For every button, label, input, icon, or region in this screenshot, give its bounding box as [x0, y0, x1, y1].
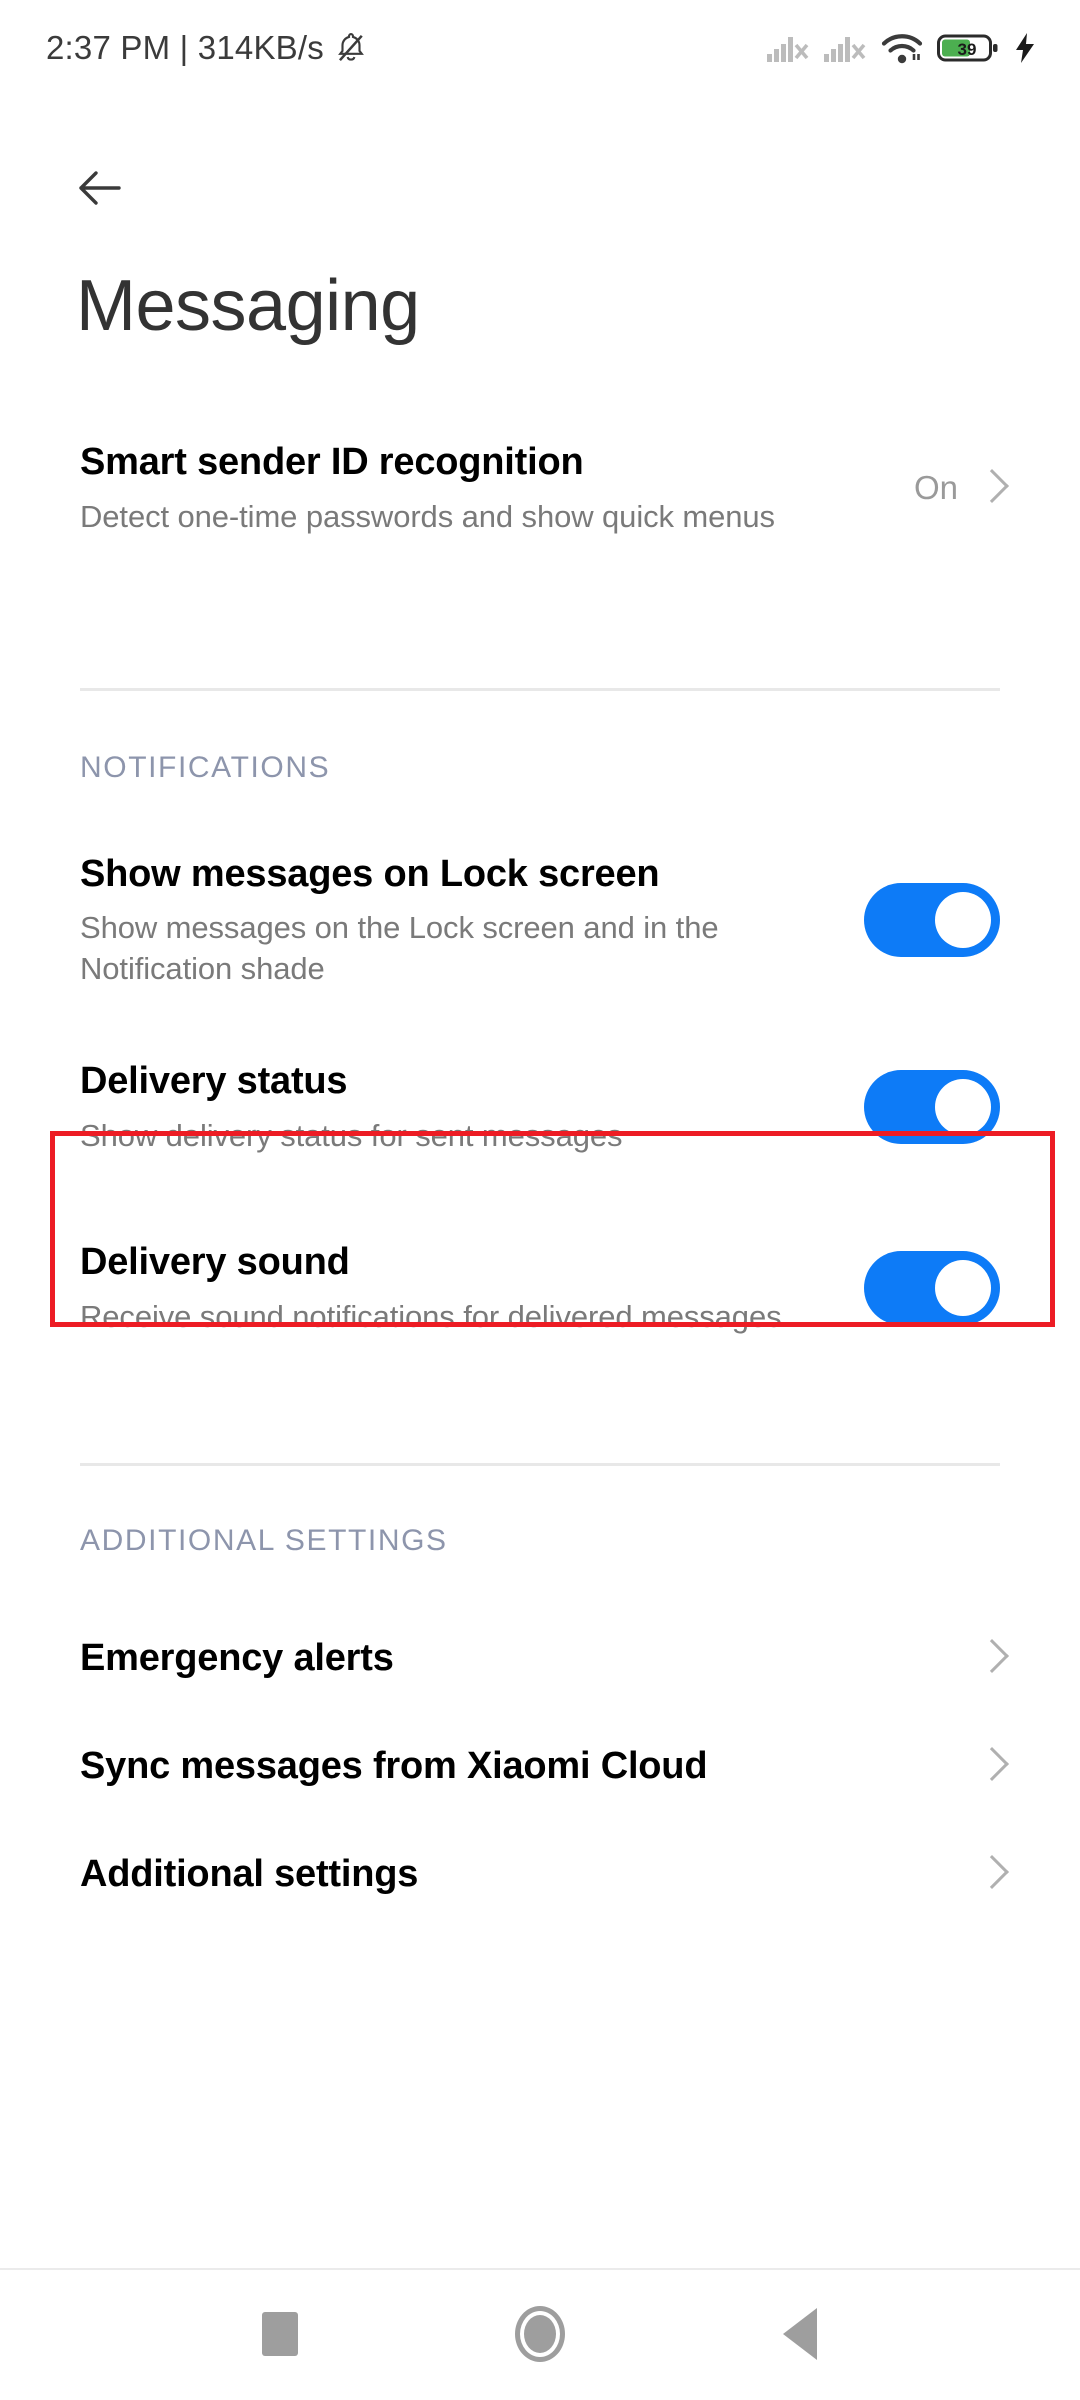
home-button[interactable]: [480, 2284, 600, 2384]
toggle-delivery-status[interactable]: [864, 1070, 1000, 1144]
setting-row-control: [980, 1640, 1000, 1676]
setting-row-sync-messages-xiaomi-cloud[interactable]: Sync messages from Xiaomi Cloud: [0, 1712, 1080, 1820]
status-time-and-network-speed: 2:37 PM | 314KB/s: [46, 29, 324, 66]
setting-subtitle: Detect one-time passwords and show quick…: [80, 498, 775, 534]
setting-row-delivery-status[interactable]: Delivery status Show delivery status for…: [0, 1047, 1080, 1167]
chevron-right-icon: [980, 1748, 1000, 1784]
setting-row-text: Show messages on Lock screen Show messag…: [80, 851, 864, 990]
chevron-right-icon: [980, 1640, 1000, 1676]
setting-row-control: On: [914, 469, 1000, 507]
battery-icon: 39: [937, 31, 999, 65]
setting-row-text: Additional settings: [80, 1851, 980, 1897]
recents-button[interactable]: [220, 2284, 340, 2384]
setting-title: Delivery status: [80, 1060, 348, 1103]
setting-title: Delivery sound: [80, 1241, 350, 1284]
setting-row-text: Sync messages from Xiaomi Cloud: [80, 1743, 980, 1789]
chevron-right-icon: [980, 1856, 1000, 1892]
bell-mute-icon: [334, 31, 368, 65]
toggle-knob: [935, 1260, 991, 1316]
setting-title: Emergency alerts: [80, 1636, 394, 1679]
setting-subtitle: Show messages on the Lock screen and in …: [80, 909, 719, 987]
setting-row-additional-settings[interactable]: Additional settings: [0, 1820, 1080, 1928]
setting-row-text: Delivery status Show delivery status for…: [80, 1058, 864, 1156]
square-recents-icon: [262, 2312, 298, 2356]
setting-row-control: [980, 1856, 1000, 1892]
toggle-knob: [935, 892, 991, 948]
setting-row-text: Emergency alerts: [80, 1635, 980, 1681]
setting-value: On: [913, 469, 958, 506]
setting-title: Show messages on Lock screen: [80, 852, 660, 895]
setting-row-control: [864, 1251, 1000, 1325]
back-arrow-icon: [69, 157, 131, 219]
chevron-right-icon: [980, 470, 1000, 506]
toggle-knob: [935, 1079, 991, 1135]
section-header-additional-settings: ADDITIONAL SETTINGS: [80, 1524, 448, 1557]
setting-row-text: Delivery sound Receive sound notificatio…: [80, 1239, 864, 1337]
battery-level-text: 39: [958, 40, 977, 59]
setting-row-control: [980, 1748, 1000, 1784]
wifi-icon: [880, 31, 924, 65]
setting-title: Sync messages from Xiaomi Cloud: [80, 1744, 708, 1787]
toggle-delivery-sound[interactable]: [864, 1251, 1000, 1325]
setting-subtitle: Receive sound notifications for delivere…: [80, 1298, 791, 1334]
back-button[interactable]: [62, 150, 138, 226]
setting-row-show-messages-lock-screen[interactable]: Show messages on Lock screen Show messag…: [0, 845, 1080, 995]
status-bar: 2:37 PM | 314KB/s 39: [0, 0, 1080, 96]
settings-list: Smart sender ID recognition Detect one-t…: [0, 398, 1080, 1928]
setting-row-emergency-alerts[interactable]: Emergency alerts: [0, 1604, 1080, 1712]
status-bar-left: 2:37 PM | 314KB/s: [46, 29, 368, 67]
setting-row-text: Smart sender ID recognition Detect one-t…: [80, 439, 914, 537]
triangle-back-icon: [783, 2308, 817, 2360]
setting-row-smart-sender-id[interactable]: Smart sender ID recognition Detect one-t…: [0, 398, 1080, 578]
back-nav-button[interactable]: [740, 2284, 860, 2384]
circle-home-icon: [515, 2306, 565, 2362]
section-header-notifications: NOTIFICATIONS: [80, 751, 331, 784]
setting-row-delivery-sound[interactable]: Delivery sound Receive sound notificatio…: [0, 1213, 1080, 1363]
circle-home-icon-inner: [524, 2315, 556, 2353]
status-bar-right: 39: [766, 31, 1038, 65]
setting-row-control: [864, 883, 1000, 957]
toggle-show-messages-lock-screen[interactable]: [864, 883, 1000, 957]
page-title: Messaging: [76, 266, 420, 346]
setting-subtitle: Show delivery status for sent messages: [80, 1117, 623, 1153]
charging-bolt-icon: [1012, 31, 1038, 65]
setting-title: Smart sender ID recognition: [80, 441, 584, 484]
signal-no-sim-icon: [766, 31, 810, 65]
signal-no-sim-icon: [823, 31, 867, 65]
navigation-bar: [0, 2268, 1080, 2400]
setting-row-control: [864, 1070, 1000, 1144]
setting-title: Additional settings: [80, 1852, 419, 1895]
